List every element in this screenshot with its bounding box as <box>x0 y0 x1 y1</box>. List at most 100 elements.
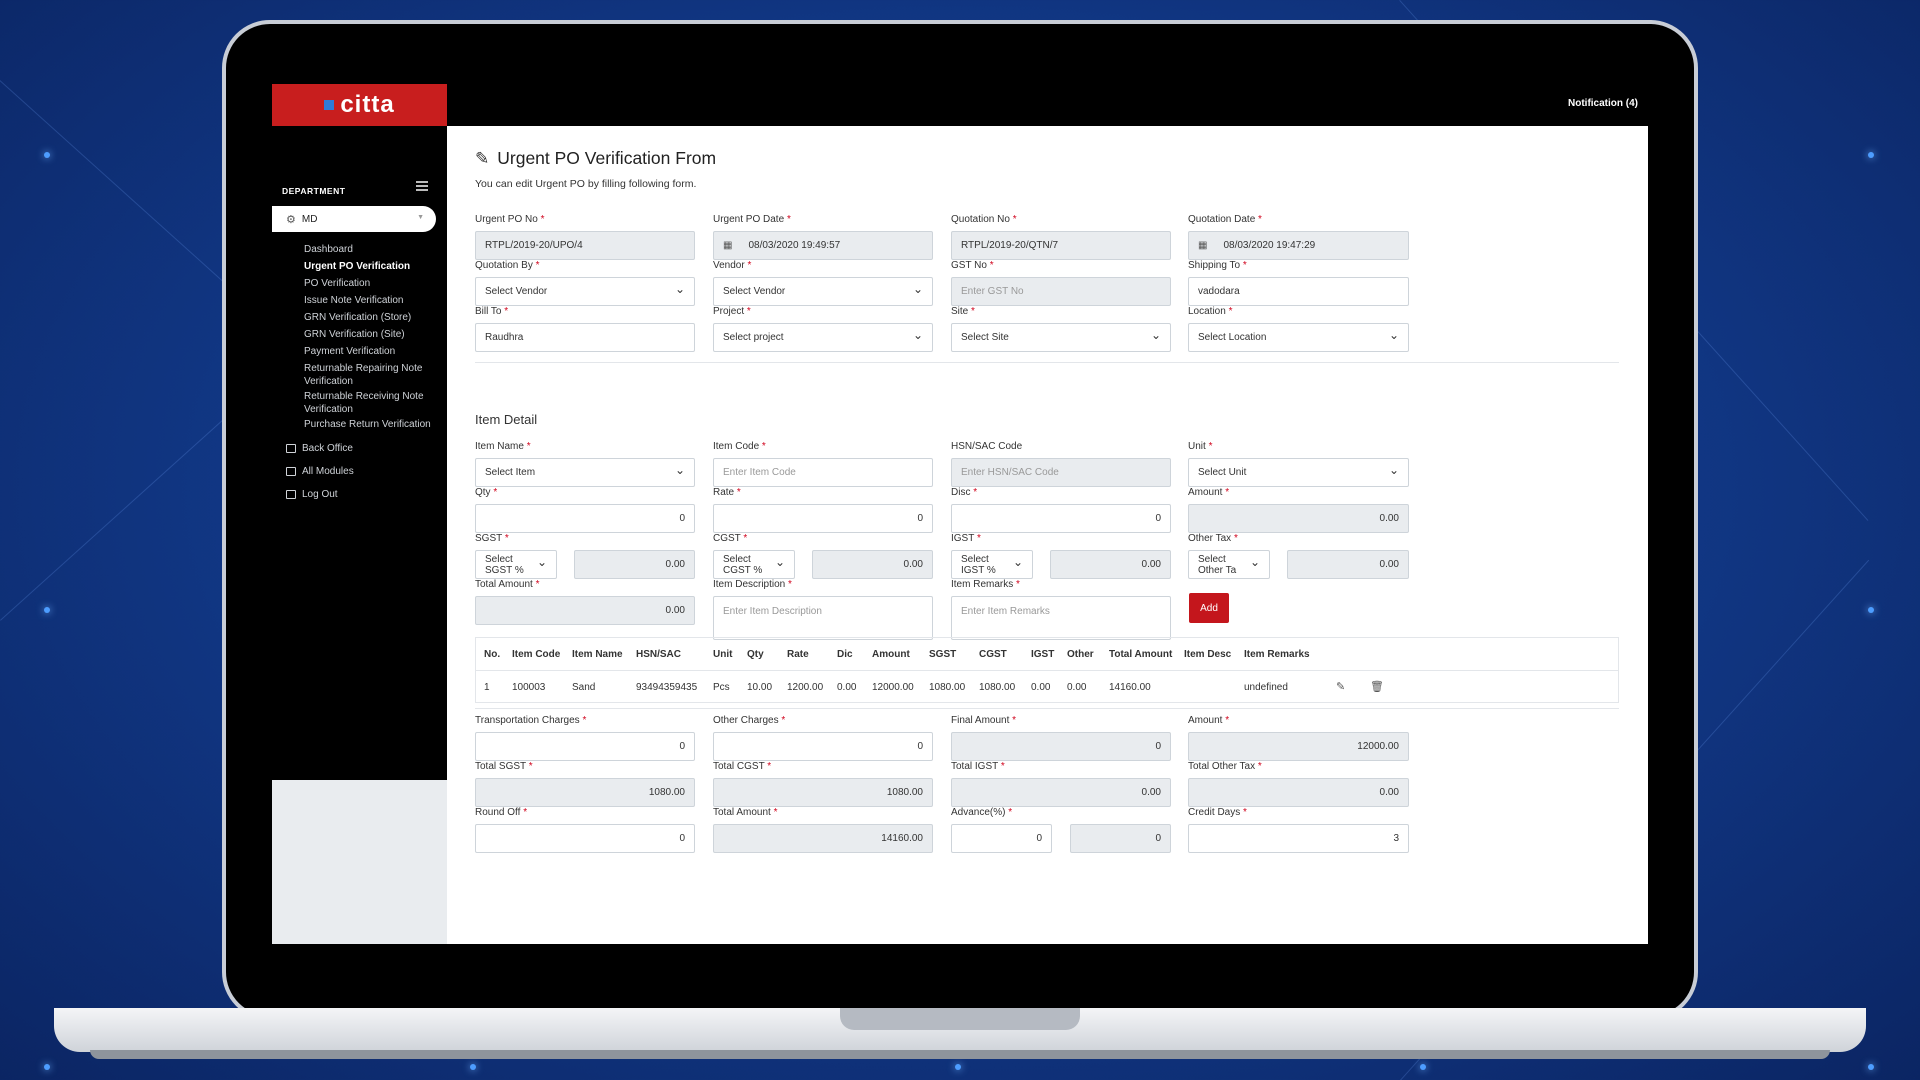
total-cgst-field[interactable]: 1080.00 <box>713 778 933 807</box>
field-label: Item Name * <box>475 441 531 452</box>
other-charges-field[interactable]: 0 <box>713 732 933 761</box>
sidebar-item-purchase-return[interactable]: Purchase Return Verification <box>304 418 444 431</box>
other-tax-value-field[interactable]: 0.00 <box>1287 550 1409 579</box>
item-total-amount-field[interactable]: 0.00 <box>475 596 695 625</box>
cgst-percent-select[interactable]: Select CGST % <box>713 550 795 579</box>
igst-percent-select[interactable]: Select IGST % <box>951 550 1033 579</box>
sidebar-item-returnable-receiving[interactable]: Returnable Receiving Note Verification <box>304 390 444 416</box>
field-label: GST No * <box>951 260 994 271</box>
sidebar-item-returnable-repairing[interactable]: Returnable Repairing Note Verification <box>304 362 444 388</box>
credit-days-field[interactable]: 3 <box>1188 824 1409 853</box>
project-select[interactable]: Select project <box>713 323 933 352</box>
field-label: Transportation Charges * <box>475 715 587 726</box>
sidebar-item-dashboard[interactable]: Dashboard <box>304 243 444 256</box>
hsn-sac-field[interactable]: Enter HSN/SAC Code <box>951 458 1171 487</box>
transportation-charges-field[interactable]: 0 <box>475 732 695 761</box>
grand-total-amount-field[interactable]: 14160.00 <box>713 824 933 853</box>
rate-field[interactable]: 0 <box>713 504 933 533</box>
department-selector[interactable]: ⚙ MD ▼ <box>272 206 436 232</box>
edit-icon[interactable]: ✎ <box>1336 680 1345 693</box>
round-off-field[interactable]: 0 <box>475 824 695 853</box>
field-label: Other Tax * <box>1188 533 1238 544</box>
field-label: Item Description * <box>713 579 792 590</box>
main-content: ✎ Urgent PO Verification From You can edi… <box>447 126 1648 944</box>
shipping-to-group: Shipping To * vadodara <box>1188 260 1409 306</box>
item-description-group: Item Description * Enter Item Descriptio… <box>713 579 933 640</box>
field-label: SGST * <box>475 533 509 544</box>
total-igst-group: Total IGST * 0.00 <box>951 761 1171 807</box>
item-description-textarea[interactable]: Enter Item Description <box>713 596 933 640</box>
col-header: No. <box>484 649 501 660</box>
logo-mark-icon <box>324 100 335 110</box>
add-item-button[interactable]: Add <box>1189 593 1229 623</box>
advance-amount-field[interactable]: 0 <box>1070 824 1171 853</box>
site-select[interactable]: Select Site <box>951 323 1171 352</box>
field-label: Site * <box>951 306 975 317</box>
field-label: Quotation No * <box>951 214 1017 225</box>
field-label: Project * <box>713 306 751 317</box>
sgst-percent-select[interactable]: Select SGST % <box>475 550 557 579</box>
vendor-select[interactable]: Select Vendor <box>713 277 933 306</box>
igst-value-field[interactable]: 0.00 <box>1050 550 1171 579</box>
quotation-date-field[interactable]: ▦ 08/03/2020 19:47:29 <box>1188 231 1409 260</box>
field-label: Urgent PO Date * <box>713 214 791 225</box>
location-select[interactable]: Select Location <box>1188 323 1409 352</box>
sidebar-item-grn-store[interactable]: GRN Verification (Store) <box>304 311 444 324</box>
shipping-to-field[interactable]: vadodara <box>1188 277 1409 306</box>
total-other-tax-field[interactable]: 0.00 <box>1188 778 1409 807</box>
urgent-po-date-field[interactable]: ▦ 08/03/2020 19:49:57 <box>713 231 933 260</box>
delete-icon[interactable]: 🗑 <box>1370 680 1384 693</box>
total-cgst-group: Total CGST * 1080.00 <box>713 761 933 807</box>
sidebar-panel: DEPARTMENT ⚙ MD ▼ Dashboard Urgent PO Ve… <box>272 126 447 780</box>
urgent-po-no-field[interactable]: RTPL/2019-20/UPO/4 <box>475 231 695 260</box>
field-label: Quotation By * <box>475 260 540 271</box>
field-label: Qty * <box>475 487 498 498</box>
col-header: CGST <box>979 649 1007 660</box>
item-name-select[interactable]: Select Item <box>475 458 695 487</box>
sidebar-item-grn-site[interactable]: GRN Verification (Site) <box>304 328 444 341</box>
advance-group: Advance(%) * 0 0 <box>951 807 1171 853</box>
item-remarks-textarea[interactable]: Enter Item Remarks <box>951 596 1171 640</box>
quotation-no-field[interactable]: RTPL/2019-20/QTN/7 <box>951 231 1171 260</box>
sidebar-item-back-office[interactable]: Back Office <box>286 443 353 454</box>
cgst-value-field[interactable]: 0.00 <box>812 550 933 579</box>
urgent-po-no-group: Urgent PO No * RTPL/2019-20/UPO/4 <box>475 214 695 260</box>
cell: 1 <box>484 682 490 693</box>
total-sgst-group: Total SGST * 1080.00 <box>475 761 695 807</box>
total-igst-field[interactable]: 0.00 <box>951 778 1171 807</box>
bill-to-field[interactable]: Raudhra <box>475 323 695 352</box>
cell: 1080.00 <box>979 682 1016 693</box>
disc-field[interactable]: 0 <box>951 504 1171 533</box>
sidebar-item-urgent-po-verification[interactable]: Urgent PO Verification <box>304 260 444 273</box>
other-tax-select[interactable]: Select Other Ta <box>1188 550 1270 579</box>
menu-toggle-icon[interactable] <box>416 181 428 191</box>
notification-link[interactable]: Notification (4) <box>1568 98 1638 109</box>
final-amount-field[interactable]: 0 <box>951 732 1171 761</box>
date-value: 08/03/2020 19:47:29 <box>1223 240 1316 251</box>
top-bar: Notification (4) <box>447 84 1648 126</box>
item-code-field[interactable]: Enter Item Code <box>713 458 933 487</box>
amount-field[interactable]: 0.00 <box>1188 504 1409 533</box>
sidebar-item-po-verification[interactable]: PO Verification <box>304 277 444 290</box>
sgst-value-field[interactable]: 0.00 <box>574 550 695 579</box>
cell: 100003 <box>512 682 546 693</box>
col-header: Item Name <box>572 649 623 660</box>
total-sgst-field[interactable]: 1080.00 <box>475 778 695 807</box>
advance-percent-field[interactable]: 0 <box>951 824 1052 853</box>
sidebar-item-log-out[interactable]: Log Out <box>286 489 338 500</box>
unit-select[interactable]: Select Unit <box>1188 458 1409 487</box>
table-header-row: No. Item Code Item Name HSN/SAC Unit Qty… <box>476 638 1618 671</box>
divider <box>475 362 1619 363</box>
sidebar-item-payment-verification[interactable]: Payment Verification <box>304 345 444 358</box>
totals-amount-field[interactable]: 12000.00 <box>1188 732 1409 761</box>
col-header: Unit <box>713 649 733 660</box>
sidebar-item-issue-note-verification[interactable]: Issue Note Verification <box>304 294 444 307</box>
gst-no-field[interactable]: Enter GST No <box>951 277 1171 306</box>
sidebar-item-all-modules[interactable]: All Modules <box>286 466 354 477</box>
qty-field[interactable]: 0 <box>475 504 695 533</box>
unit-group: Unit * Select Unit <box>1188 441 1409 487</box>
quotation-by-select[interactable]: Select Vendor <box>475 277 695 306</box>
field-label: Total IGST * <box>951 761 1005 772</box>
brand-logo[interactable]: citta <box>272 84 447 126</box>
field-label: Total SGST * <box>475 761 533 772</box>
